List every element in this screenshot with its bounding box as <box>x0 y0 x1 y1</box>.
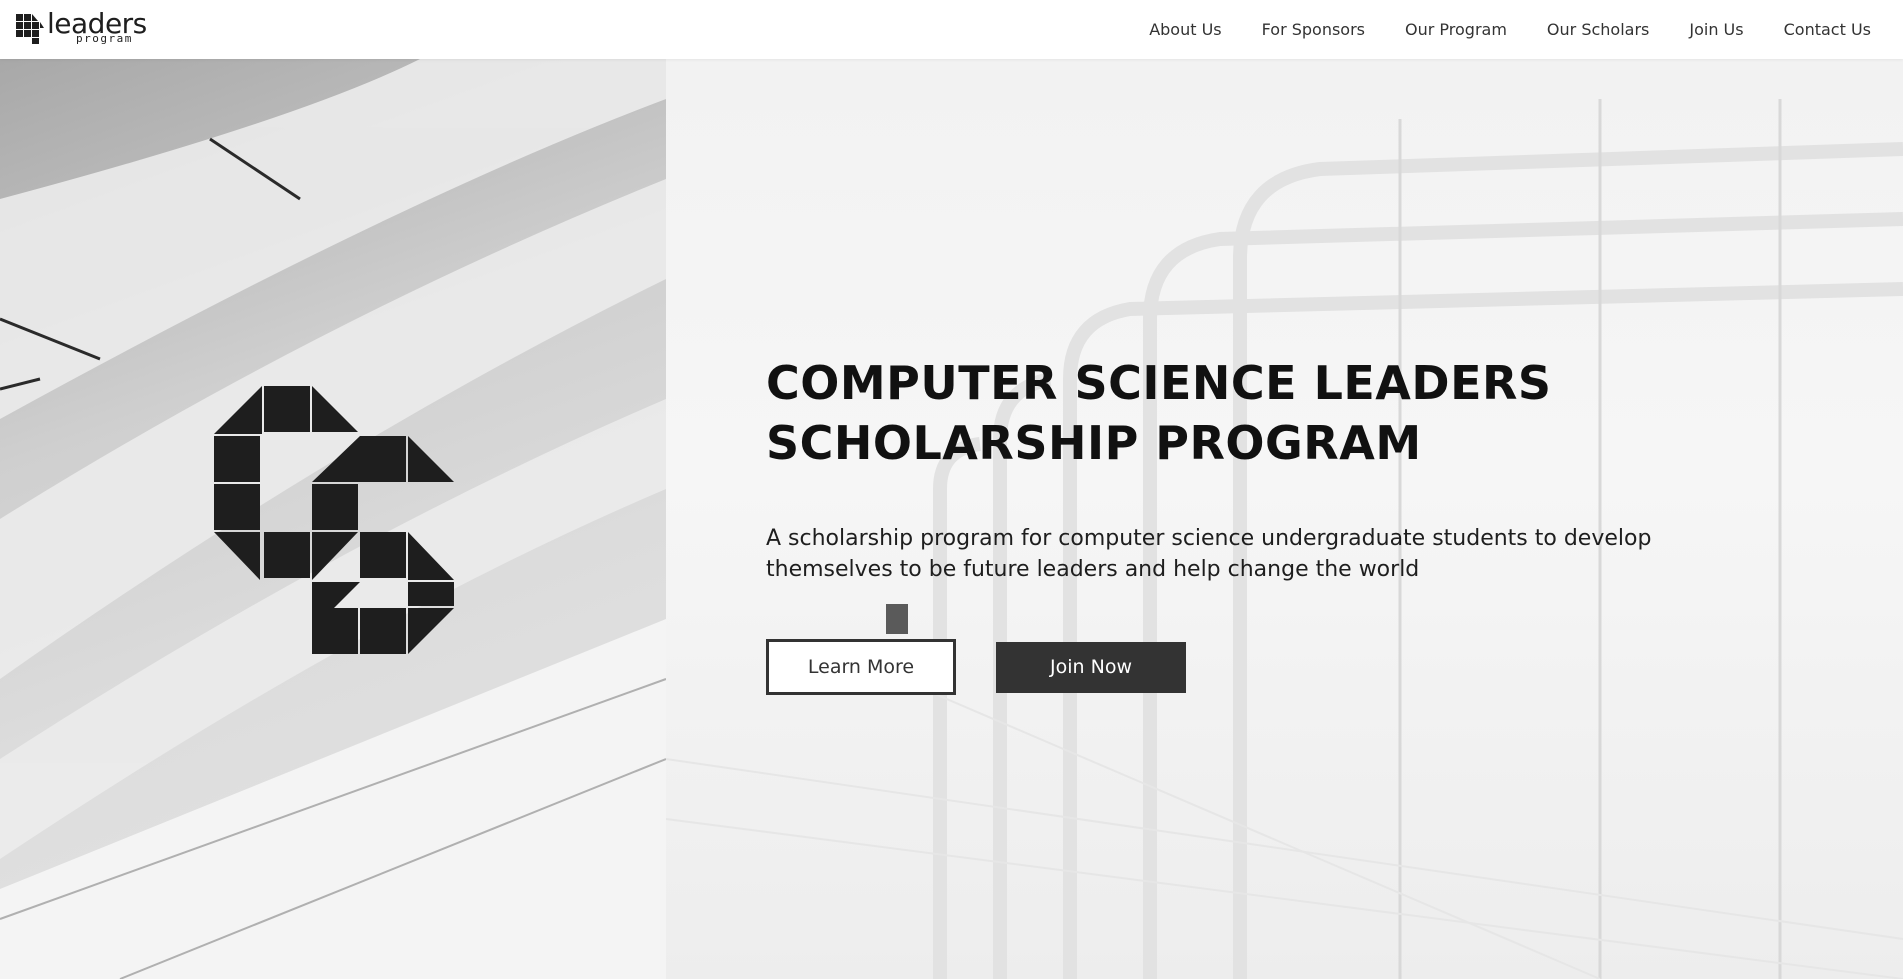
site-header: leaders program About Us For Sponsors Ou… <box>0 0 1903 59</box>
hero-left-image <box>0 59 666 979</box>
join-now-button[interactable]: Join Now <box>996 641 1186 693</box>
nav-our-scholars[interactable]: Our Scholars <box>1547 20 1649 39</box>
hero-subtitle: A scholarship program for computer scien… <box>766 526 1652 582</box>
nav-our-program[interactable]: Our Program <box>1405 20 1507 39</box>
learn-more-button[interactable]: Learn More <box>766 639 956 695</box>
hero-button-row: Learn More Join Now <box>766 639 1766 695</box>
nav-about-us[interactable]: About Us <box>1149 20 1221 39</box>
cs-logo-icon <box>16 14 44 44</box>
hero-content: COMPUTER SCIENCE LEADERS SCHOLARSHIP PRO… <box>766 353 1766 695</box>
site-logo[interactable]: leaders program <box>12 8 147 46</box>
nav-join-us[interactable]: Join Us <box>1689 20 1743 39</box>
hero-section: COMPUTER SCIENCE LEADERS SCHOLARSHIP PRO… <box>0 59 1903 979</box>
nav-for-sponsors[interactable]: For Sponsors <box>1262 20 1365 39</box>
logo-subtitle: program <box>76 32 133 45</box>
main-navigation: About Us For Sponsors Our Program Our Sc… <box>1109 0 1871 59</box>
nav-contact-us[interactable]: Contact Us <box>1784 20 1871 39</box>
hero-title: COMPUTER SCIENCE LEADERS SCHOLARSHIP PRO… <box>766 356 1552 470</box>
cs-large-logo-icon <box>214 386 454 654</box>
